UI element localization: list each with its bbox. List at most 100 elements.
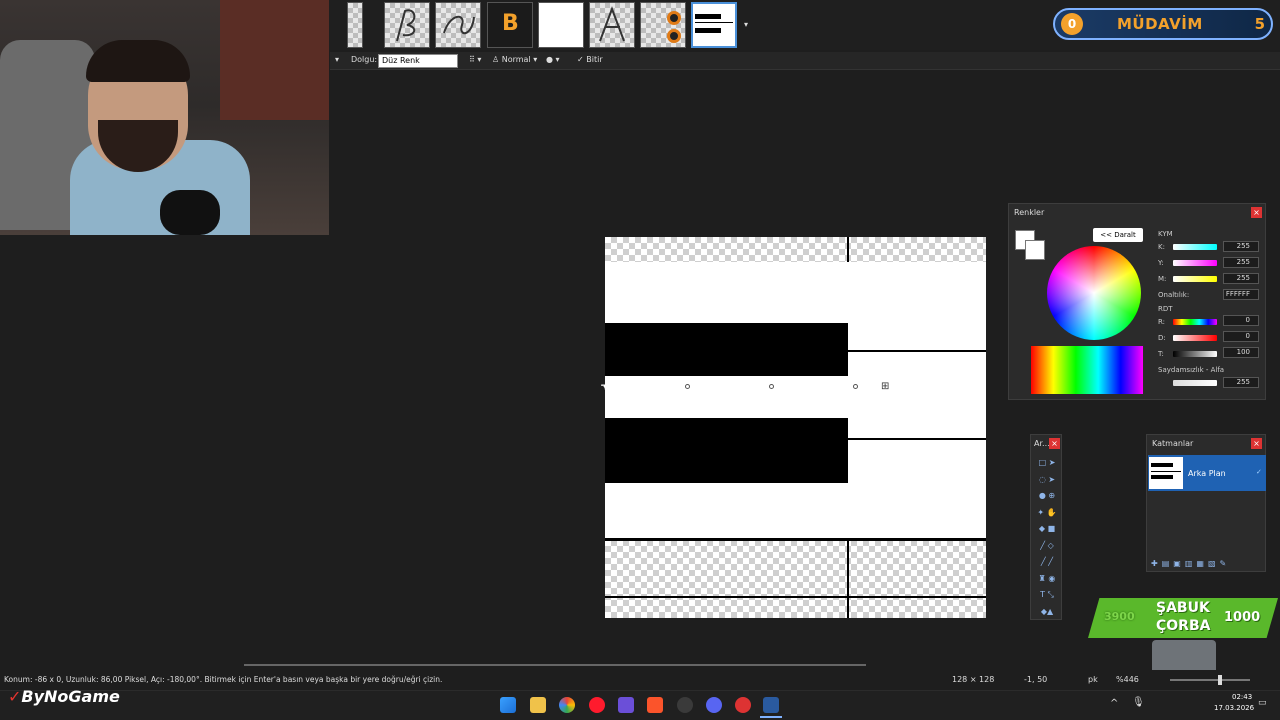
line-handle[interactable] <box>685 384 690 389</box>
magic-wand-icon[interactable]: ✦ <box>1037 508 1044 517</box>
pan-icon[interactable]: ✋ <box>1047 508 1057 517</box>
app-icon[interactable] <box>618 697 634 713</box>
line-handle[interactable] <box>853 384 858 389</box>
blend-mode-select[interactable]: ♙ Normal ▾ <box>492 55 537 64</box>
zoom-icon[interactable]: ⊕ <box>1048 491 1055 500</box>
merge-down-icon[interactable]: ▦ <box>1196 559 1208 568</box>
y-label: Y: <box>1158 259 1164 267</box>
eraser-icon[interactable]: ◇ <box>1048 541 1054 550</box>
dropdown-arrow-icon[interactable]: ▾ <box>335 55 339 64</box>
d-label: D: <box>1158 334 1166 342</box>
notification-icon[interactable]: ▭ <box>1258 698 1267 708</box>
collapse-button[interactable]: << Daralt <box>1093 228 1143 242</box>
clock-time[interactable]: 02:43 <box>1232 693 1252 701</box>
clock-date[interactable]: 17.03.2026 <box>1214 704 1254 712</box>
merge-up-icon[interactable]: ▥ <box>1185 559 1197 568</box>
text-icon[interactable]: T <box>1040 590 1045 599</box>
divider-line <box>848 438 986 440</box>
r-value[interactable]: 0 <box>1223 315 1259 326</box>
alpha-slider[interactable] <box>1173 380 1217 386</box>
close-icon[interactable]: × <box>1251 207 1262 218</box>
brave-icon[interactable] <box>647 697 663 713</box>
duplicate-layer-icon[interactable]: ▣ <box>1173 559 1185 568</box>
layer-settings-icon[interactable]: ✎ <box>1220 559 1231 568</box>
k-label: K: <box>1158 243 1165 251</box>
shapes-icon[interactable]: ◆▲ <box>1041 607 1053 616</box>
ellipse-select-icon[interactable]: ● <box>1039 491 1046 500</box>
t-value[interactable]: 100 <box>1223 347 1259 358</box>
move-handle-icon[interactable]: ⊞ <box>881 381 889 392</box>
brush-icon[interactable]: ╱ <box>1040 541 1045 550</box>
move-icon[interactable]: ➤ <box>1049 458 1056 467</box>
finish-button[interactable]: ✓ Bitir <box>577 55 603 64</box>
color-wheel[interactable] <box>1047 246 1141 340</box>
visibility-check-icon[interactable]: ✓ <box>1256 468 1262 476</box>
layer-thumbnail <box>1149 457 1183 489</box>
bucket-icon[interactable]: ◆ <box>1039 524 1045 533</box>
move-selection-icon[interactable]: ➤ <box>1048 475 1055 484</box>
layer-row[interactable]: Arka Plan ✓ <box>1148 455 1266 491</box>
image-thumb-5[interactable] <box>538 2 584 48</box>
zoom-slider[interactable] <box>1170 679 1250 681</box>
y-slider[interactable] <box>1173 260 1217 266</box>
k-slider[interactable] <box>1173 244 1217 250</box>
discord-icon[interactable] <box>706 697 722 713</box>
chrome-icon[interactable] <box>559 697 575 713</box>
pencil-icon[interactable]: ╱ <box>1041 557 1046 566</box>
recolor-icon[interactable]: ◉ <box>1048 574 1055 583</box>
secondary-color-swatch[interactable] <box>1025 240 1045 260</box>
alpha-value[interactable]: 255 <box>1223 377 1259 388</box>
stamp-icon[interactable]: ♜ <box>1039 574 1046 583</box>
d-value[interactable]: 0 <box>1223 331 1259 342</box>
lasso-icon[interactable]: ◌ <box>1039 475 1046 484</box>
antialias-icon[interactable]: ⠿ ▾ <box>469 55 481 64</box>
image-thumb-6[interactable] <box>589 2 635 48</box>
chatgpt-icon[interactable] <box>677 697 693 713</box>
unit-select[interactable]: pk <box>1088 675 1098 684</box>
delete-layer-icon[interactable]: ▤ <box>1162 559 1174 568</box>
k-value[interactable]: 255 <box>1223 241 1259 252</box>
windows-start-icon[interactable] <box>500 697 516 713</box>
tabs-dropdown-icon[interactable]: ▾ <box>744 20 748 29</box>
image-thumb-active[interactable] <box>691 2 737 48</box>
divider-line <box>605 538 986 541</box>
close-icon[interactable]: × <box>1049 438 1060 449</box>
select-rect-icon[interactable]: □ <box>1039 458 1047 467</box>
gradient-icon[interactable]: ■ <box>1048 524 1056 533</box>
t-slider[interactable] <box>1173 351 1217 357</box>
clone-icon[interactable]: ╱ <box>1048 557 1053 566</box>
image-thumb-2[interactable] <box>384 2 430 48</box>
image-thumb-7[interactable] <box>640 2 686 48</box>
m-slider[interactable] <box>1173 276 1217 282</box>
palette-grid[interactable] <box>1031 346 1143 394</box>
y-value[interactable]: 255 <box>1223 257 1259 268</box>
check-icon: ✓ <box>577 55 584 64</box>
shape-type-icon[interactable]: ● ▾ <box>546 55 560 64</box>
close-icon[interactable]: × <box>1251 438 1262 449</box>
tool-grid[interactable]: □ ➤ ◌ ➤ ● ⊕ ✦ ✋ ◆ ■ ╱ ◇ ╱ ╱ ♜ ◉ T ⤡ ◆▲ <box>1034 455 1060 617</box>
brand-logo: ✓ByNoGame <box>8 687 120 706</box>
line-tool-icon[interactable]: ⤡ <box>1048 590 1054 599</box>
fill-select[interactable]: Düz Renk <box>378 54 458 68</box>
zoom-level[interactable]: %446 <box>1116 675 1139 684</box>
add-layer-icon[interactable]: ✚ <box>1151 559 1162 568</box>
layer-props-icon[interactable]: ▧ <box>1208 559 1220 568</box>
opera-icon[interactable] <box>589 697 605 713</box>
file-explorer-icon[interactable] <box>530 697 546 713</box>
image-canvas[interactable]: ⊞ <box>605 237 986 618</box>
app-icon[interactable] <box>735 697 751 713</box>
mic-icon[interactable]: 🎙 <box>1132 697 1145 708</box>
paint-net-icon[interactable] <box>763 697 779 713</box>
m-value[interactable]: 255 <box>1223 273 1259 284</box>
layer-actions[interactable]: ✚▤▣▥▦▧✎ <box>1151 559 1263 571</box>
horizontal-scrollbar[interactable] <box>244 664 866 666</box>
d-slider[interactable] <box>1173 335 1217 341</box>
line-handle[interactable] <box>769 384 774 389</box>
r-slider[interactable] <box>1173 319 1217 325</box>
zoom-slider-thumb[interactable] <box>1218 675 1222 685</box>
hex-value[interactable]: FFFFFF <box>1223 289 1259 300</box>
tray-chevron-icon[interactable]: ^ <box>1110 698 1118 709</box>
image-thumb-3[interactable] <box>435 2 481 48</box>
image-thumb-4[interactable]: B <box>487 2 533 48</box>
image-thumb-1[interactable] <box>347 2 363 48</box>
